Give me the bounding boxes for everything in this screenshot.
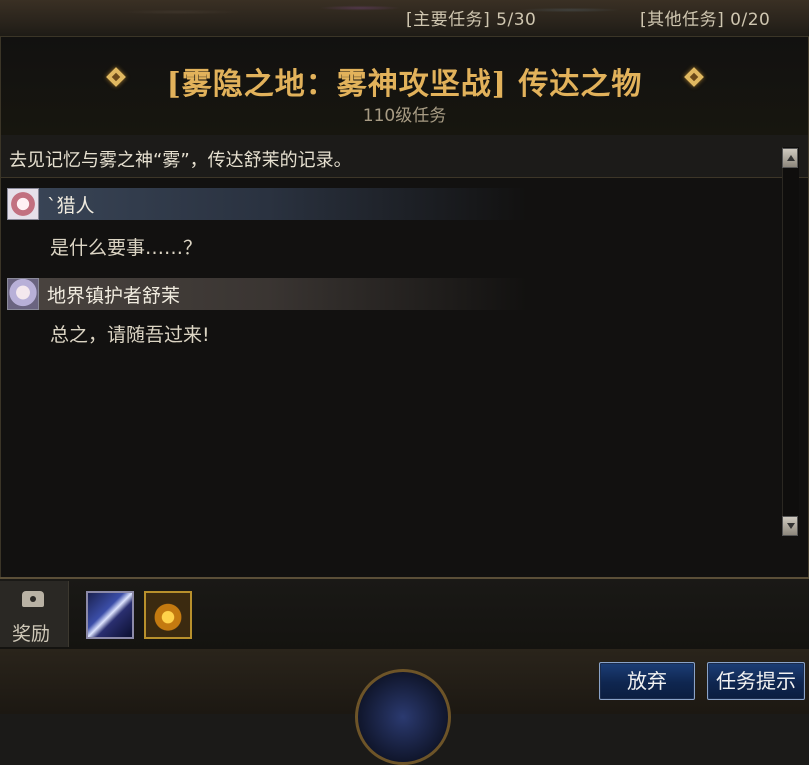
quest-title: [雾隐之地：雾神攻坚战] 传达之物 bbox=[166, 67, 643, 102]
dialog-line: 是什么要事……？ bbox=[50, 237, 203, 259]
reward-label: 奖励 bbox=[12, 623, 51, 645]
scroll-up-button[interactable] bbox=[782, 148, 798, 168]
hud-orb bbox=[355, 669, 451, 765]
reward-item-skill-icon[interactable] bbox=[86, 591, 134, 639]
quest-description-text: 去见记忆与雾之神“雾”，传达舒茉的记录。 bbox=[9, 150, 352, 171]
reward-chest-icon bbox=[22, 591, 44, 607]
quest-hint-button[interactable]: 任务提示 bbox=[707, 662, 805, 700]
guardian-avatar bbox=[7, 278, 39, 310]
quest-description: 去见记忆与雾之神“雾”，传达舒茉的记录。 bbox=[1, 135, 808, 178]
dialog-scrollbar[interactable] bbox=[782, 147, 799, 536]
speaker-name: `猎人 bbox=[47, 194, 95, 217]
quest-level: 110级任务 bbox=[362, 106, 447, 126]
scroll-down-button[interactable] bbox=[782, 516, 798, 536]
hunter-avatar bbox=[7, 188, 39, 220]
quest-dialog-panel: [雾隐之地：雾神攻坚战] 传达之物 110级任务 去见记忆与雾之神“雾”，传达舒… bbox=[0, 36, 809, 578]
dialog-area[interactable]: `猎人 是什么要事……？ 地界镇护者舒茉 总之，请随吾过来! bbox=[1, 178, 808, 577]
abandon-button[interactable]: 放弃 bbox=[599, 662, 695, 700]
dialog-line: 总之，请随吾过来! bbox=[50, 324, 210, 346]
dialog-speaker: 地界镇护者舒茉 bbox=[7, 278, 527, 310]
other-quest-count: [其他任务] 0/20 bbox=[640, 10, 771, 30]
speaker-name: 地界镇护者舒茉 bbox=[47, 284, 181, 307]
dialog-speaker: `猎人 bbox=[7, 188, 527, 220]
reward-label-box: 奖励 bbox=[0, 581, 69, 647]
quest-title-bar: [雾隐之地：雾神攻坚战] 传达之物 110级任务 bbox=[1, 37, 808, 136]
reward-row: 奖励 bbox=[0, 577, 809, 649]
reward-item-treasure-chest-icon[interactable] bbox=[144, 591, 192, 639]
main-quest-count: [主要任务] 5/30 bbox=[406, 10, 537, 30]
top-hud: [主要任务] 5/30 [其他任务] 0/20 bbox=[0, 0, 809, 36]
